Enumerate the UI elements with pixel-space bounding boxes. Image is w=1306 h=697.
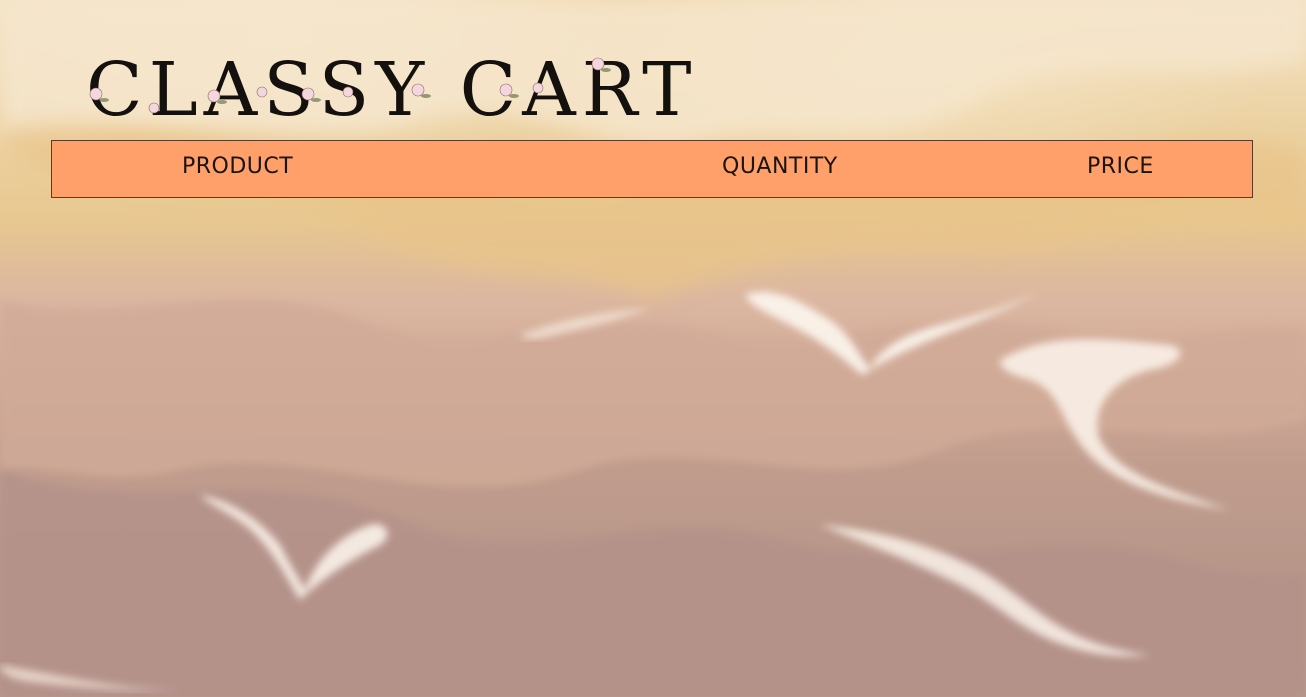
price-column-header: PRICE xyxy=(1087,154,1154,179)
cart-table-header: PRODUCT QUANTITY PRICE xyxy=(51,140,1253,198)
product-column-header: PRODUCT xyxy=(182,154,294,179)
quantity-column-header: QUANTITY xyxy=(722,154,838,179)
classy-cart-logo[interactable]: CLASSY CART xyxy=(86,47,698,133)
logo-text: CLASSY CART xyxy=(86,47,698,133)
